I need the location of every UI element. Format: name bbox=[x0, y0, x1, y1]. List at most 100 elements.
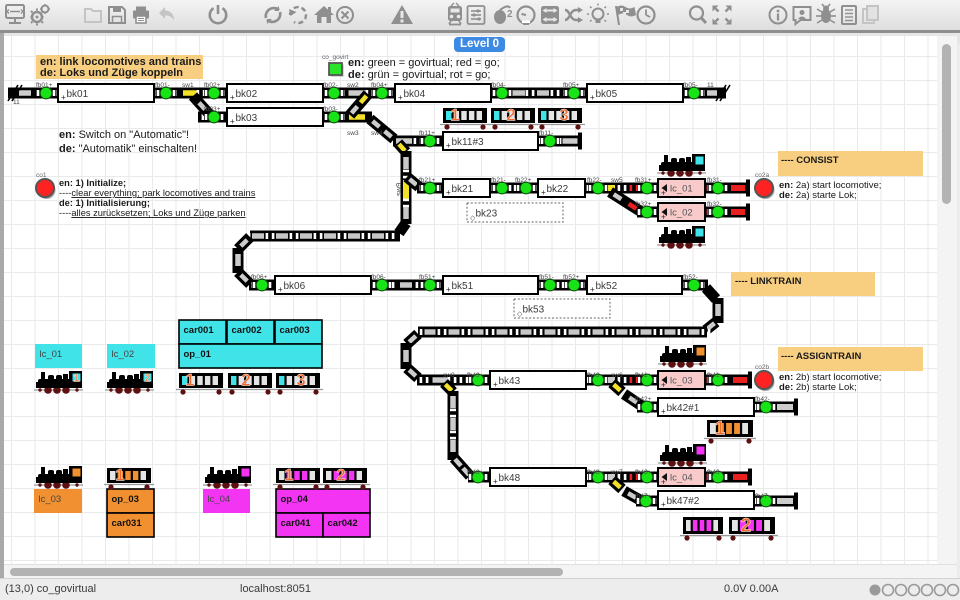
svg-text:en: 1) Initialize;: en: 1) Initialize; bbox=[59, 178, 126, 188]
svg-text:fb47-: fb47- bbox=[755, 493, 770, 500]
svg-text:+: + bbox=[590, 285, 595, 294]
svg-text:fb43+: fb43+ bbox=[467, 372, 484, 379]
svg-text:op_03: op_03 bbox=[112, 494, 139, 505]
svg-text:fb01-: fb01- bbox=[155, 82, 170, 89]
svg-text:bk01: bk01 bbox=[67, 89, 89, 100]
svg-text:fb04+: fb04+ bbox=[371, 82, 388, 89]
svg-text:+: + bbox=[661, 407, 666, 416]
svg-text:bk53: bk53 bbox=[523, 305, 545, 316]
svg-text:fb43-: fb43- bbox=[587, 372, 602, 379]
svg-text:2: 2 bbox=[507, 9, 513, 20]
svg-text:fb46+: fb46+ bbox=[635, 469, 652, 476]
svg-text:+: + bbox=[446, 188, 451, 197]
svg-text:co_govirt: co_govirt bbox=[322, 54, 349, 61]
svg-text:op_01: op_01 bbox=[184, 349, 212, 360]
svg-text:+: + bbox=[278, 285, 283, 294]
svg-text:bk06: bk06 bbox=[284, 281, 306, 292]
svg-text:2: 2 bbox=[241, 371, 250, 390]
svg-text:---- ASSIGNTRAIN: ---- ASSIGNTRAIN bbox=[781, 351, 862, 362]
svg-text:car001: car001 bbox=[184, 325, 215, 336]
svg-text:fb41-: fb41- bbox=[707, 372, 722, 379]
svg-text:fb03-: fb03- bbox=[323, 106, 338, 113]
svg-text:sw9: sw9 bbox=[394, 183, 403, 196]
svg-text:fb51+: fb51+ bbox=[419, 274, 436, 281]
svg-text:de: Loks und Züge koppeln: de: Loks und Züge koppeln bbox=[40, 67, 183, 79]
svg-text:bk47#2: bk47#2 bbox=[667, 496, 700, 507]
svg-text:en: green = govirtual; red = g: en: green = govirtual; red = go; bbox=[348, 57, 500, 69]
svg-text:fb32+: fb32+ bbox=[635, 201, 652, 208]
svg-text:bk22: bk22 bbox=[547, 184, 569, 195]
svg-text:fb11-: fb11- bbox=[539, 130, 553, 137]
svg-text:fb47+: fb47+ bbox=[635, 493, 652, 500]
svg-text:de: "Automatik" einschalten!: de: "Automatik" einschalten! bbox=[59, 143, 197, 155]
svg-text:+: + bbox=[661, 381, 666, 390]
svg-text:lc_02: lc_02 bbox=[112, 349, 135, 360]
svg-text:fb42-: fb42- bbox=[755, 396, 770, 403]
svg-text:bk03: bk03 bbox=[236, 113, 258, 124]
svg-text:de: 2b) starte Lok;: de: 2b) starte Lok; bbox=[779, 382, 857, 393]
svg-text:---- LINKTRAIN: ---- LINKTRAIN bbox=[735, 276, 802, 287]
svg-text:car042: car042 bbox=[328, 518, 358, 529]
svg-text:sw7: sw7 bbox=[611, 469, 623, 476]
svg-text:fb21-: fb21- bbox=[491, 177, 506, 184]
svg-text:sw2: sw2 bbox=[347, 82, 359, 89]
svg-text:---- CONSIST: ---- CONSIST bbox=[781, 155, 839, 166]
svg-text:fb46-: fb46- bbox=[707, 469, 722, 476]
svg-text:2: 2 bbox=[506, 106, 515, 125]
svg-text:bk21: bk21 bbox=[452, 184, 474, 195]
svg-text:sw6: sw6 bbox=[611, 372, 623, 379]
svg-text:11: 11 bbox=[707, 82, 714, 89]
svg-text:fb05-: fb05- bbox=[683, 82, 698, 89]
svg-text:op_04: op_04 bbox=[281, 494, 309, 505]
svg-text:fb11+: fb11+ bbox=[419, 130, 435, 137]
svg-text:bk05: bk05 bbox=[596, 89, 618, 100]
svg-text:3: 3 bbox=[559, 106, 568, 125]
svg-text:----clear everything; park loc: ----clear everything; park locomotives a… bbox=[59, 188, 256, 198]
svg-text:◇: ◇ bbox=[470, 215, 476, 222]
svg-text:sw8: sw8 bbox=[443, 372, 455, 379]
svg-text:fb06-: fb06- bbox=[371, 274, 386, 281]
svg-text:bk23: bk23 bbox=[476, 209, 498, 220]
svg-text:de: grün = govirtual; rot = go: de: grün = govirtual; rot = go; bbox=[348, 69, 490, 81]
svg-text:2: 2 bbox=[741, 516, 752, 537]
svg-text:fb52+: fb52+ bbox=[563, 274, 580, 281]
svg-text:fb02-: fb02- bbox=[323, 82, 338, 89]
svg-text:lc_01: lc_01 bbox=[40, 349, 63, 360]
svg-text:fb32-: fb32- bbox=[707, 201, 722, 208]
svg-text:car003: car003 bbox=[280, 325, 310, 336]
svg-text:lc_03: lc_03 bbox=[39, 494, 62, 505]
svg-text:lc_01: lc_01 bbox=[670, 184, 693, 195]
svg-text:fb21+: fb21+ bbox=[419, 177, 436, 184]
svg-text:fb05+: fb05+ bbox=[563, 82, 580, 89]
svg-text:fb02+: fb02+ bbox=[204, 82, 221, 89]
svg-text:de: 1) Initialisierung;: de: 1) Initialisierung; bbox=[59, 198, 150, 208]
svg-text:+: + bbox=[446, 141, 451, 150]
svg-text:sw1: sw1 bbox=[182, 82, 194, 89]
svg-text:co1: co1 bbox=[36, 172, 47, 179]
svg-text:+: + bbox=[230, 93, 235, 102]
svg-text:+: + bbox=[398, 93, 403, 102]
svg-text:fb52-: fb52- bbox=[683, 274, 698, 281]
svg-text:de: 2a) starte Lok;: de: 2a) starte Lok; bbox=[779, 190, 857, 201]
svg-text:sw4: sw4 bbox=[371, 130, 383, 137]
svg-text:fb03+: fb03+ bbox=[204, 106, 221, 113]
svg-text:bk48: bk48 bbox=[499, 473, 521, 484]
svg-text:lc_02: lc_02 bbox=[670, 208, 693, 219]
svg-text:+: + bbox=[446, 285, 451, 294]
svg-text:2: 2 bbox=[336, 466, 345, 485]
svg-text:fb31-: fb31- bbox=[707, 177, 722, 184]
svg-text:+: + bbox=[661, 213, 666, 222]
svg-text:sw3: sw3 bbox=[347, 130, 359, 137]
svg-text:----alles zurücksetzen; Loks u: ----alles zurücksetzen; Loks und Züge pa… bbox=[59, 208, 246, 218]
svg-text:fb42+: fb42+ bbox=[635, 396, 652, 403]
svg-text:+: + bbox=[541, 188, 546, 197]
svg-text:en: Switch on "Automatic"!: en: Switch on "Automatic"! bbox=[59, 129, 189, 141]
svg-text:1: 1 bbox=[715, 419, 726, 440]
svg-text:lc_04: lc_04 bbox=[670, 473, 693, 484]
svg-text:sw5: sw5 bbox=[611, 177, 623, 184]
svg-text:bk04: bk04 bbox=[404, 89, 426, 100]
svg-text:fb51-: fb51- bbox=[539, 274, 554, 281]
svg-text:fb48+: fb48+ bbox=[467, 469, 484, 476]
svg-text:bk02: bk02 bbox=[236, 89, 258, 100]
svg-text:fb01+: fb01+ bbox=[36, 82, 53, 89]
